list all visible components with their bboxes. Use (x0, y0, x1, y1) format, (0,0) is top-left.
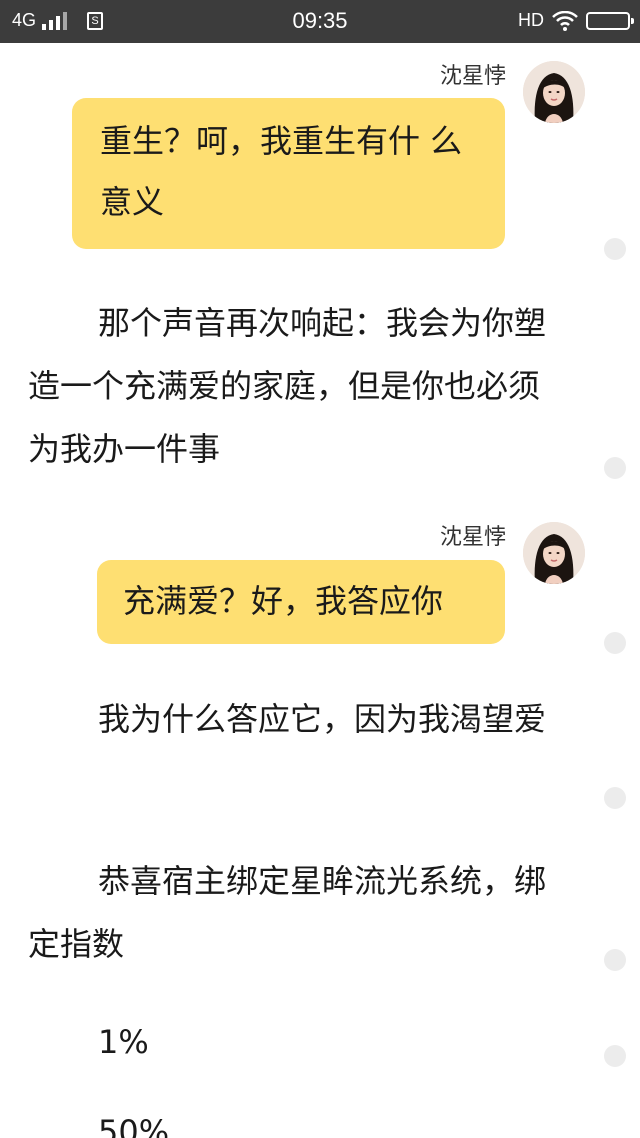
chat-screen: 4G S 09:35 HD 沈星悖 重生？呵，我重生有什 么意义 那个声音再次响… (0, 0, 640, 1138)
comment-dot[interactable] (604, 787, 626, 809)
avatar-portrait-icon (523, 61, 585, 123)
narration-paragraph: 恭喜宿主绑定星眸流光系统，绑定指数 (28, 862, 547, 963)
avatar[interactable] (523, 61, 585, 123)
comment-dot[interactable] (604, 238, 626, 260)
narration-paragraph: 1% (98, 1023, 149, 1061)
battery-icon (586, 11, 634, 30)
narration-paragraph: 我为什么答应它，因为我渴望爱 (98, 700, 547, 738)
comment-dot[interactable] (604, 949, 626, 971)
chat-bubble[interactable]: 充满爱？好，我答应你 (97, 560, 505, 644)
status-bar: 4G S 09:35 HD (0, 0, 640, 43)
comment-dot[interactable] (604, 1045, 626, 1067)
narration-paragraph: 50% (98, 1113, 170, 1138)
comment-dot[interactable] (604, 632, 626, 654)
status-right: HD (518, 10, 634, 31)
narration-paragraph: 那个声音再次响起：我会为你塑造一个充满爱的家庭，但是你也必须为我办一件事 (28, 304, 547, 468)
comment-dot[interactable] (604, 457, 626, 479)
avatar-portrait-icon (523, 522, 585, 584)
hd-label: HD (518, 10, 544, 30)
sender-name: 沈星悖 (439, 525, 506, 550)
avatar[interactable] (523, 522, 585, 584)
wifi-icon (552, 10, 578, 31)
sender-name: 沈星悖 (439, 64, 506, 89)
chat-bubble[interactable]: 重生？呵，我重生有什 么意义 (72, 98, 505, 249)
